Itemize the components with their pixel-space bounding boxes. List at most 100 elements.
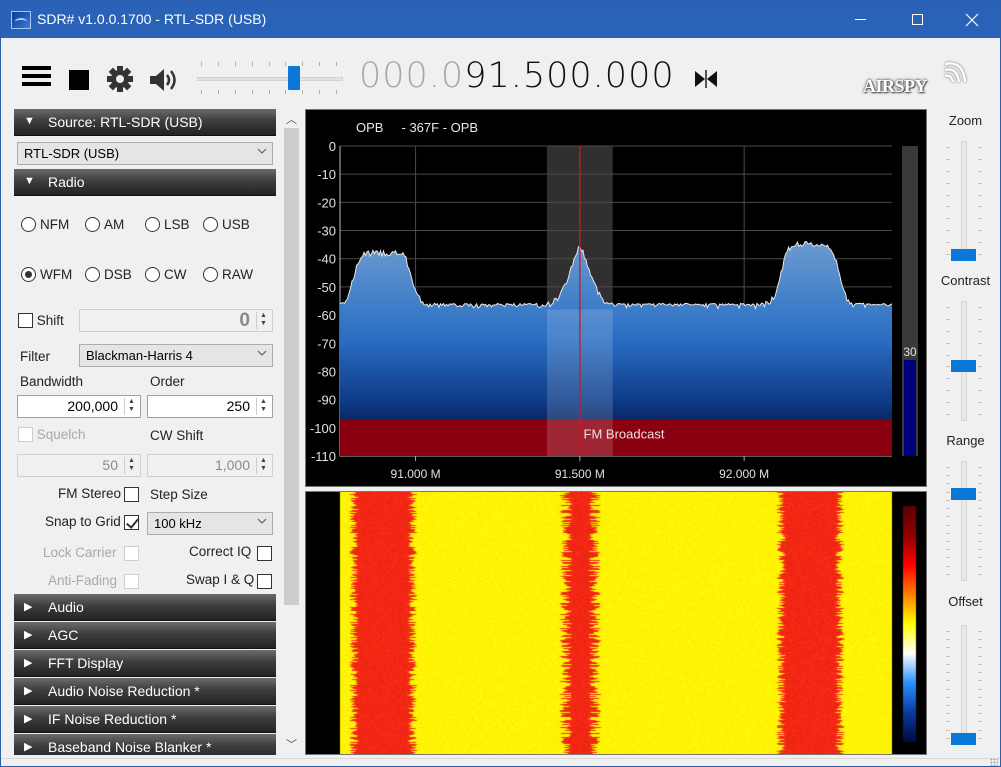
y-tick-label: -40 bbox=[317, 252, 336, 267]
squelch-value: 50 bbox=[102, 457, 118, 473]
anti-fading-checkbox[interactable] bbox=[124, 574, 139, 589]
mode-radio-lsb[interactable]: LSB bbox=[145, 217, 190, 235]
volume-ticks bbox=[201, 90, 337, 94]
zoom-slider[interactable] bbox=[939, 141, 989, 261]
bandwidth-label: Bandwidth bbox=[20, 374, 84, 389]
mode-radio-am[interactable]: AM bbox=[85, 217, 124, 235]
bandwidth-input[interactable]: 200,000 ▲ ▼ bbox=[17, 395, 141, 418]
scroll-up-icon[interactable]: ︿ bbox=[282, 111, 301, 128]
spin-arrows[interactable]: ▲ ▼ bbox=[124, 398, 138, 415]
radio-section-header[interactable]: ▼ Radio bbox=[14, 169, 276, 196]
slider-thumb[interactable] bbox=[951, 488, 976, 500]
chevron-down-icon bbox=[257, 350, 267, 356]
radio-label: USB bbox=[222, 217, 250, 232]
spin-arrows[interactable]: ▲ ▼ bbox=[256, 457, 270, 474]
section-header-baseband-noise-blanker[interactable]: ▶ Baseband Noise Blanker * bbox=[14, 734, 276, 755]
mode-radio-dsb[interactable]: DSB bbox=[85, 267, 132, 285]
section-header-agc[interactable]: ▶ AGC bbox=[14, 622, 276, 649]
spin-arrows[interactable]: ▲ ▼ bbox=[124, 457, 138, 474]
scrollbar-thumb[interactable] bbox=[284, 128, 299, 605]
radio-circle bbox=[145, 267, 160, 282]
tune-center-icon[interactable] bbox=[693, 69, 719, 89]
mode-radio-cw[interactable]: CW bbox=[145, 267, 187, 285]
contrast-label: Contrast bbox=[940, 273, 991, 288]
lock-carrier-checkbox[interactable] bbox=[124, 546, 139, 561]
radio-circle-selected bbox=[21, 267, 36, 282]
spectrum-analyzer[interactable]: OPB - 367F - OPB 0 -10 -20 -30 -40 -50 -60 -70 -… bbox=[305, 109, 927, 487]
waterfall-canvas[interactable] bbox=[306, 492, 926, 754]
order-input[interactable]: 250 ▲ ▼ bbox=[147, 395, 273, 418]
scroll-down-icon[interactable]: ﹀ bbox=[282, 736, 301, 753]
swap-iq-label: Swap I & Q bbox=[186, 572, 255, 587]
order-label: Order bbox=[150, 374, 185, 389]
range-slider[interactable] bbox=[939, 461, 989, 581]
filter-select[interactable]: Blackman-Harris 4 bbox=[79, 344, 273, 367]
stop-button[interactable] bbox=[69, 70, 89, 90]
section-header-label: Baseband Noise Blanker * bbox=[48, 739, 212, 755]
section-header-label: Audio Noise Reduction * bbox=[48, 683, 200, 699]
slider-thumb[interactable] bbox=[951, 360, 976, 373]
squelch-checkbox[interactable]: Squelch bbox=[18, 427, 86, 442]
menu-button[interactable] bbox=[22, 66, 51, 90]
frequency-value: 91.500.000 bbox=[464, 56, 675, 96]
offset-slider[interactable] bbox=[939, 625, 989, 745]
step-size-label: Step Size bbox=[150, 487, 208, 502]
section-header-audio-noise-reduction[interactable]: ▶ Audio Noise Reduction * bbox=[14, 678, 276, 705]
mode-radio-raw[interactable]: RAW bbox=[203, 267, 253, 285]
minimize-button[interactable] bbox=[837, 1, 883, 38]
contrast-slider[interactable] bbox=[939, 301, 989, 421]
mode-radio-usb[interactable]: USB bbox=[203, 217, 250, 235]
maximize-button[interactable] bbox=[894, 1, 940, 38]
frequency-display[interactable]: 000.091.500.000 bbox=[359, 56, 675, 96]
speaker-icon[interactable] bbox=[148, 65, 178, 95]
shift-input[interactable]: 0 ▲ ▼ bbox=[79, 309, 273, 332]
expand-arrow-icon: ▶ bbox=[24, 713, 33, 725]
collapse-arrow-icon: ▼ bbox=[24, 175, 35, 187]
slider-ticks bbox=[946, 147, 950, 255]
anti-fading-label: Anti-Fading bbox=[48, 573, 118, 588]
close-button[interactable] bbox=[949, 1, 995, 38]
toolbar: 000.091.500.000 AIRSPY bbox=[1, 38, 1000, 108]
cw-shift-input[interactable]: 1,000 ▲ ▼ bbox=[147, 454, 273, 477]
section-header-label: FFT Display bbox=[48, 655, 124, 671]
section-header-fft-display[interactable]: ▶ FFT Display bbox=[14, 650, 276, 677]
collapse-arrow-icon: ▼ bbox=[24, 115, 35, 127]
slider-thumb[interactable] bbox=[951, 249, 976, 261]
shift-label: Shift bbox=[36, 313, 64, 328]
panel-scrollbar[interactable]: ︿ ﹀ bbox=[282, 109, 301, 755]
resize-grip-icon[interactable] bbox=[990, 758, 998, 766]
gear-icon[interactable] bbox=[105, 64, 135, 94]
slider-thumb[interactable] bbox=[951, 733, 976, 745]
section-header-if-noise-reduction[interactable]: ▶ IF Noise Reduction * bbox=[14, 706, 276, 733]
squelch-input[interactable]: 50 ▲ ▼ bbox=[17, 454, 141, 477]
section-header-audio[interactable]: ▶ Audio bbox=[14, 594, 276, 621]
close-icon bbox=[965, 13, 979, 27]
radio-label: RAW bbox=[222, 267, 253, 282]
snr-value: 30 bbox=[903, 345, 917, 359]
y-tick-label: -90 bbox=[317, 393, 336, 408]
spin-arrows[interactable]: ▲ ▼ bbox=[256, 398, 270, 415]
bandwidth-value: 200,000 bbox=[67, 398, 118, 414]
fm-stereo-checkbox[interactable] bbox=[124, 487, 139, 502]
mode-radio-wfm[interactable]: WFM bbox=[21, 267, 72, 285]
volume-slider[interactable] bbox=[195, 60, 345, 96]
waterfall-display[interactable] bbox=[305, 491, 927, 755]
spin-arrows[interactable]: ▲ ▼ bbox=[256, 312, 270, 329]
expand-arrow-icon: ▶ bbox=[24, 601, 33, 613]
source-section-header[interactable]: ▼ Source: RTL-SDR (USB) bbox=[14, 109, 276, 136]
correct-iq-checkbox[interactable] bbox=[257, 546, 272, 561]
snap-to-grid-checkbox[interactable] bbox=[124, 515, 139, 530]
shift-checkbox[interactable]: Shift bbox=[18, 313, 64, 328]
mode-radio-nfm[interactable]: NFM bbox=[21, 217, 69, 235]
squelch-label: Squelch bbox=[36, 427, 86, 442]
swap-iq-checkbox[interactable] bbox=[257, 574, 272, 589]
source-device-select[interactable]: RTL-SDR (USB) bbox=[17, 142, 273, 165]
radio-label: WFM bbox=[40, 267, 73, 282]
maximize-icon bbox=[911, 14, 923, 26]
y-tick-label: 0 bbox=[329, 139, 336, 154]
step-size-select[interactable]: 100 kHz bbox=[147, 512, 273, 535]
volume-thumb[interactable] bbox=[288, 66, 301, 90]
y-tick-label: -30 bbox=[317, 224, 336, 239]
title-bar[interactable]: SDR# v1.0.0.1700 - RTL-SDR (USB) bbox=[1, 1, 1000, 38]
spectrum-chart[interactable]: OPB - 367F - OPB 0 -10 -20 -30 -40 -50 -60 -70 -… bbox=[306, 110, 926, 486]
